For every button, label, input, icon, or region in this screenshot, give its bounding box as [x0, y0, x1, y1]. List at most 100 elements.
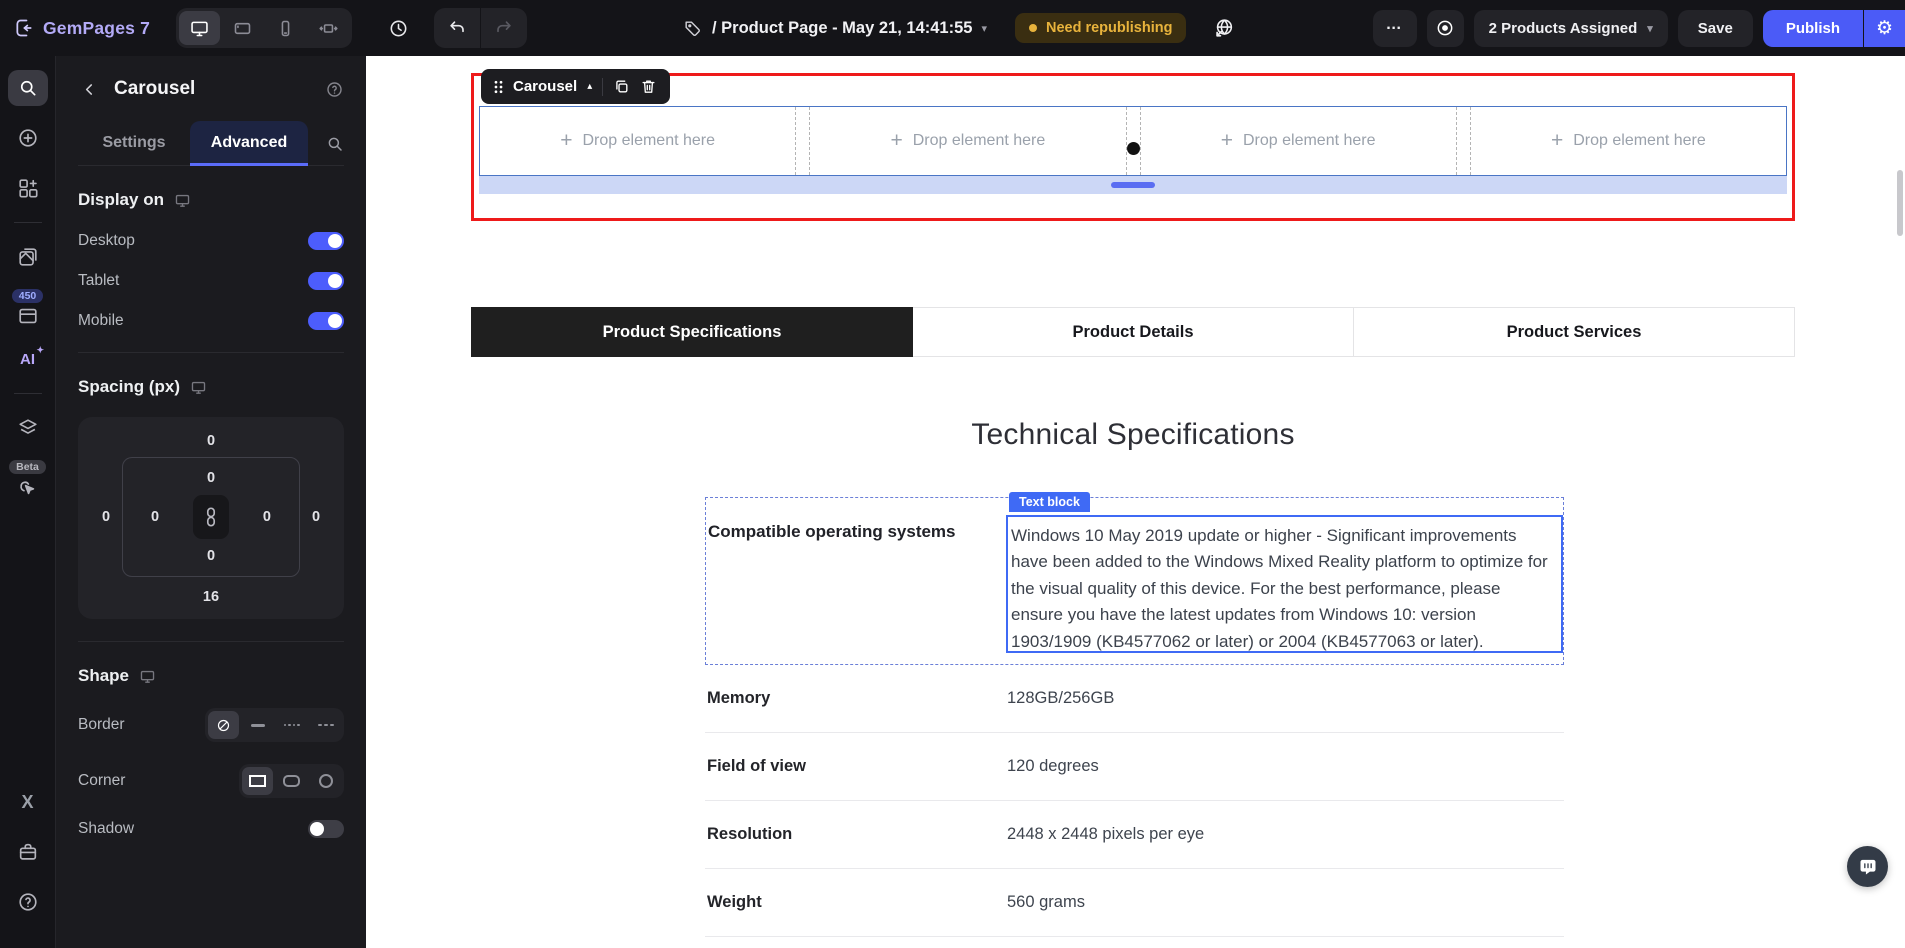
margin-top-field[interactable]: 0 — [90, 433, 332, 449]
dotted-line-icon — [283, 723, 300, 727]
back-button[interactable] — [78, 78, 100, 100]
save-button[interactable]: Save — [1677, 9, 1753, 47]
shape-section: Shape Border Corner Shadow — [78, 641, 344, 838]
spec-label[interactable]: Memory — [705, 689, 1007, 708]
add-section-button[interactable] — [8, 170, 48, 206]
more-options-button[interactable]: … — [1372, 9, 1417, 47]
shadow-row: Shadow — [78, 820, 344, 838]
responsive-view-button[interactable] — [308, 11, 349, 45]
tab-advanced[interactable]: Advanced — [190, 121, 308, 166]
desktop-view-button[interactable] — [179, 11, 221, 45]
topbar-center-group: / Product Page - May 21, 14:41:55 ▾ Need… — [683, 0, 1242, 56]
tablet-view-button[interactable] — [222, 11, 263, 45]
layers-panel-button[interactable] — [8, 410, 48, 446]
carousel-slides-row: + Drop element here + Drop element here … — [479, 106, 1787, 176]
tab-product-specifications[interactable]: Product Specifications — [471, 307, 913, 357]
delete-element-icon[interactable] — [640, 78, 657, 95]
search-elements-button[interactable] — [7, 70, 48, 106]
spec-value[interactable]: 128GB/256GB — [1007, 689, 1114, 708]
margin-left-field[interactable]: 0 — [90, 457, 122, 577]
element-toolbar: Carousel ▴ — [481, 69, 671, 104]
section-heading[interactable]: Technical Specifications — [471, 418, 1795, 452]
spec-label[interactable]: Resolution — [705, 825, 1007, 844]
panel-help-icon[interactable] — [325, 80, 344, 99]
interactions-beta-button[interactable]: Beta — [9, 460, 46, 498]
help-circle-icon — [17, 891, 39, 913]
padding-right-field[interactable]: 0 — [263, 509, 271, 525]
border-none-option[interactable] — [208, 711, 239, 739]
display-on-heading: Display on — [78, 190, 344, 210]
drag-handle-icon[interactable] — [494, 80, 503, 94]
carousel-active-indicator — [1111, 182, 1155, 188]
mobile-toggle[interactable] — [308, 312, 344, 330]
carousel-nav-dot[interactable] — [1127, 142, 1140, 155]
exit-editor-icon — [14, 18, 34, 38]
templates-library-button[interactable] — [8, 239, 48, 275]
tab-product-details[interactable]: Product Details — [913, 307, 1354, 357]
tab-settings[interactable]: Settings — [78, 121, 190, 165]
panel-search-icon[interactable] — [326, 135, 344, 153]
page-title-dropdown[interactable]: / Product Page - May 21, 14:41:55 ▾ — [712, 19, 987, 38]
version-history-icon[interactable] — [378, 8, 418, 48]
spec-label[interactable]: Field of view — [705, 757, 1007, 776]
corner-rounded-option[interactable] — [276, 767, 307, 795]
margin-bottom-field[interactable]: 16 — [90, 589, 332, 605]
help-button[interactable] — [8, 884, 48, 920]
canvas-scrollbar[interactable] — [1897, 170, 1903, 236]
resources-button[interactable] — [8, 834, 48, 870]
link-values-button[interactable] — [193, 495, 229, 539]
undo-button[interactable] — [434, 8, 480, 48]
shadow-toggle[interactable] — [308, 820, 344, 838]
padding-top-field[interactable]: 0 — [207, 470, 215, 486]
add-element-button[interactable] — [8, 120, 48, 156]
spacing-section: Spacing (px) 0 0 0 0 0 0 0 16 — [78, 352, 344, 619]
gempages-logo[interactable]: GemPages 7 — [14, 18, 150, 39]
theme-sections-button[interactable]: 450 — [11, 289, 44, 327]
desktop-indicator-icon — [190, 379, 207, 396]
beta-badge: Beta — [9, 460, 46, 474]
redo-button[interactable] — [481, 8, 527, 48]
undo-redo-group — [434, 8, 528, 48]
border-dotted-option[interactable] — [276, 711, 307, 739]
drop-zone-2[interactable]: + Drop element here — [809, 107, 1127, 175]
duplicate-element-icon[interactable] — [613, 78, 630, 95]
tablet-toggle[interactable] — [308, 272, 344, 290]
collapse-caret-icon[interactable]: ▴ — [587, 81, 592, 92]
spec-value[interactable]: 2448 x 2448 pixels per eye — [1007, 825, 1204, 844]
corner-row: Corner — [78, 764, 344, 798]
corner-sharp-option[interactable] — [242, 767, 273, 795]
support-chat-button[interactable] — [1847, 846, 1888, 887]
mobile-view-button[interactable] — [265, 11, 306, 45]
desktop-toggle[interactable] — [308, 232, 344, 250]
border-solid-option[interactable] — [242, 711, 273, 739]
display-tablet-row: Tablet — [78, 272, 344, 290]
drop-zone-4[interactable]: + Drop element here — [1469, 107, 1786, 175]
padding-bottom-field[interactable]: 0 — [207, 548, 215, 564]
corner-circle-option[interactable] — [310, 767, 341, 795]
view-live-globe-icon[interactable] — [1206, 10, 1242, 46]
publish-button[interactable]: Publish — [1762, 9, 1863, 47]
spec-label[interactable]: Compatible operating systems — [708, 522, 956, 542]
search-icon — [18, 78, 38, 98]
preview-eye-icon[interactable] — [1426, 9, 1464, 47]
x-social-button[interactable]: X — [8, 784, 48, 820]
status-badge: Need republishing — [1014, 13, 1187, 43]
tab-product-services[interactable]: Product Services — [1354, 307, 1795, 357]
panel-title: Carousel — [114, 78, 196, 99]
sharp-corner-icon — [249, 775, 266, 787]
page-title: / Product Page - May 21, 14:41:55 — [712, 18, 973, 37]
border-row: Border — [78, 708, 344, 742]
padding-left-field[interactable]: 0 — [151, 509, 159, 525]
margin-right-field[interactable]: 0 — [300, 457, 332, 577]
spec-value[interactable]: 120 degrees — [1007, 757, 1099, 776]
products-assigned-dropdown[interactable]: 2 Products Assigned ▾ — [1473, 9, 1668, 47]
drop-zone-1[interactable]: + Drop element here — [480, 107, 797, 175]
publish-settings-gear-icon[interactable]: ⚙ — [1864, 9, 1905, 47]
border-dashed-option[interactable] — [310, 711, 341, 739]
spec-label[interactable]: Weight — [705, 893, 1007, 912]
ai-assistant-button[interactable]: AI ✦ — [8, 341, 48, 377]
text-block[interactable]: Windows 10 May 2019 update or higher - S… — [1006, 515, 1563, 653]
drop-zone-3[interactable]: + Drop element here — [1139, 107, 1457, 175]
topbar-left-group: GemPages 7 — [14, 8, 528, 48]
spec-value[interactable]: 560 grams — [1007, 893, 1085, 912]
